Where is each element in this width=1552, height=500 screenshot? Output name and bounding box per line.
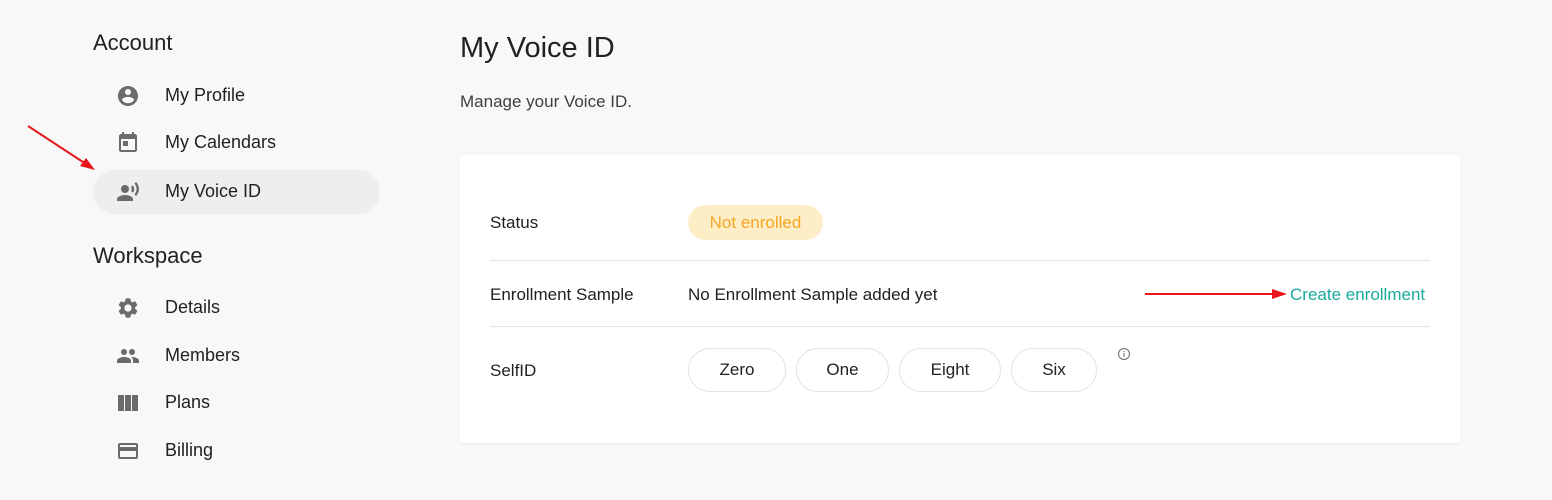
sidebar-item-label: My Voice ID [165, 181, 262, 201]
enrollment-sample-label: Enrollment Sample [490, 285, 634, 304]
selfid-word-chip[interactable]: Zero [688, 348, 786, 392]
sidebar-item-members[interactable]: Members [93, 334, 380, 378]
sidebar-item-billing[interactable]: Billing [93, 429, 380, 473]
page-title: My Voice ID [460, 32, 615, 64]
status-label: Status [490, 213, 539, 232]
sidebar-item-label: My Calendars [165, 132, 277, 152]
sidebar-item-details[interactable]: Details [93, 286, 380, 330]
annotation-arrow-icon [1145, 289, 1287, 299]
enrollment-sample-value: No Enrollment Sample added yet [688, 285, 938, 304]
selfid-word-chip[interactable]: Eight [899, 348, 1001, 392]
sidebar-item-my-calendars[interactable]: My Calendars [93, 121, 380, 165]
credit-card-icon [115, 439, 141, 463]
voice-id-card: Status Not enrolled Enrollment Sample No… [460, 155, 1460, 443]
calendar-icon [115, 131, 141, 155]
sidebar-item-label: My Profile [165, 85, 246, 105]
workspace-section-title: Workspace [93, 243, 203, 268]
page-subtitle: Manage your Voice ID. [460, 92, 632, 111]
info-icon[interactable] [1117, 347, 1131, 361]
account-section-title: Account [93, 30, 173, 55]
sidebar-item-label: Members [165, 345, 241, 365]
account-circle-icon [115, 84, 141, 108]
sidebar-item-label: Details [165, 297, 221, 317]
sidebar-item-my-voice-id[interactable]: My Voice ID [93, 170, 380, 214]
sidebar-item-plans[interactable]: Plans [93, 381, 380, 425]
sidebar-item-my-profile[interactable]: My Profile [93, 74, 380, 118]
selfid-word-chip[interactable]: Six [1011, 348, 1097, 392]
sidebar-item-label: Billing [165, 440, 214, 460]
create-enrollment-link[interactable]: Create enrollment [1290, 285, 1425, 305]
people-icon [115, 344, 141, 368]
status-badge: Not enrolled [688, 205, 823, 240]
selfid-word-chip[interactable]: One [796, 348, 889, 392]
selfid-label: SelfID [490, 361, 537, 380]
sidebar-item-label: Plans [165, 392, 211, 412]
columns-icon [115, 391, 141, 415]
divider [490, 260, 1430, 261]
annotation-arrow-icon [27, 125, 95, 170]
record-voice-icon [115, 180, 141, 204]
gear-icon [115, 296, 141, 320]
divider [490, 326, 1430, 327]
